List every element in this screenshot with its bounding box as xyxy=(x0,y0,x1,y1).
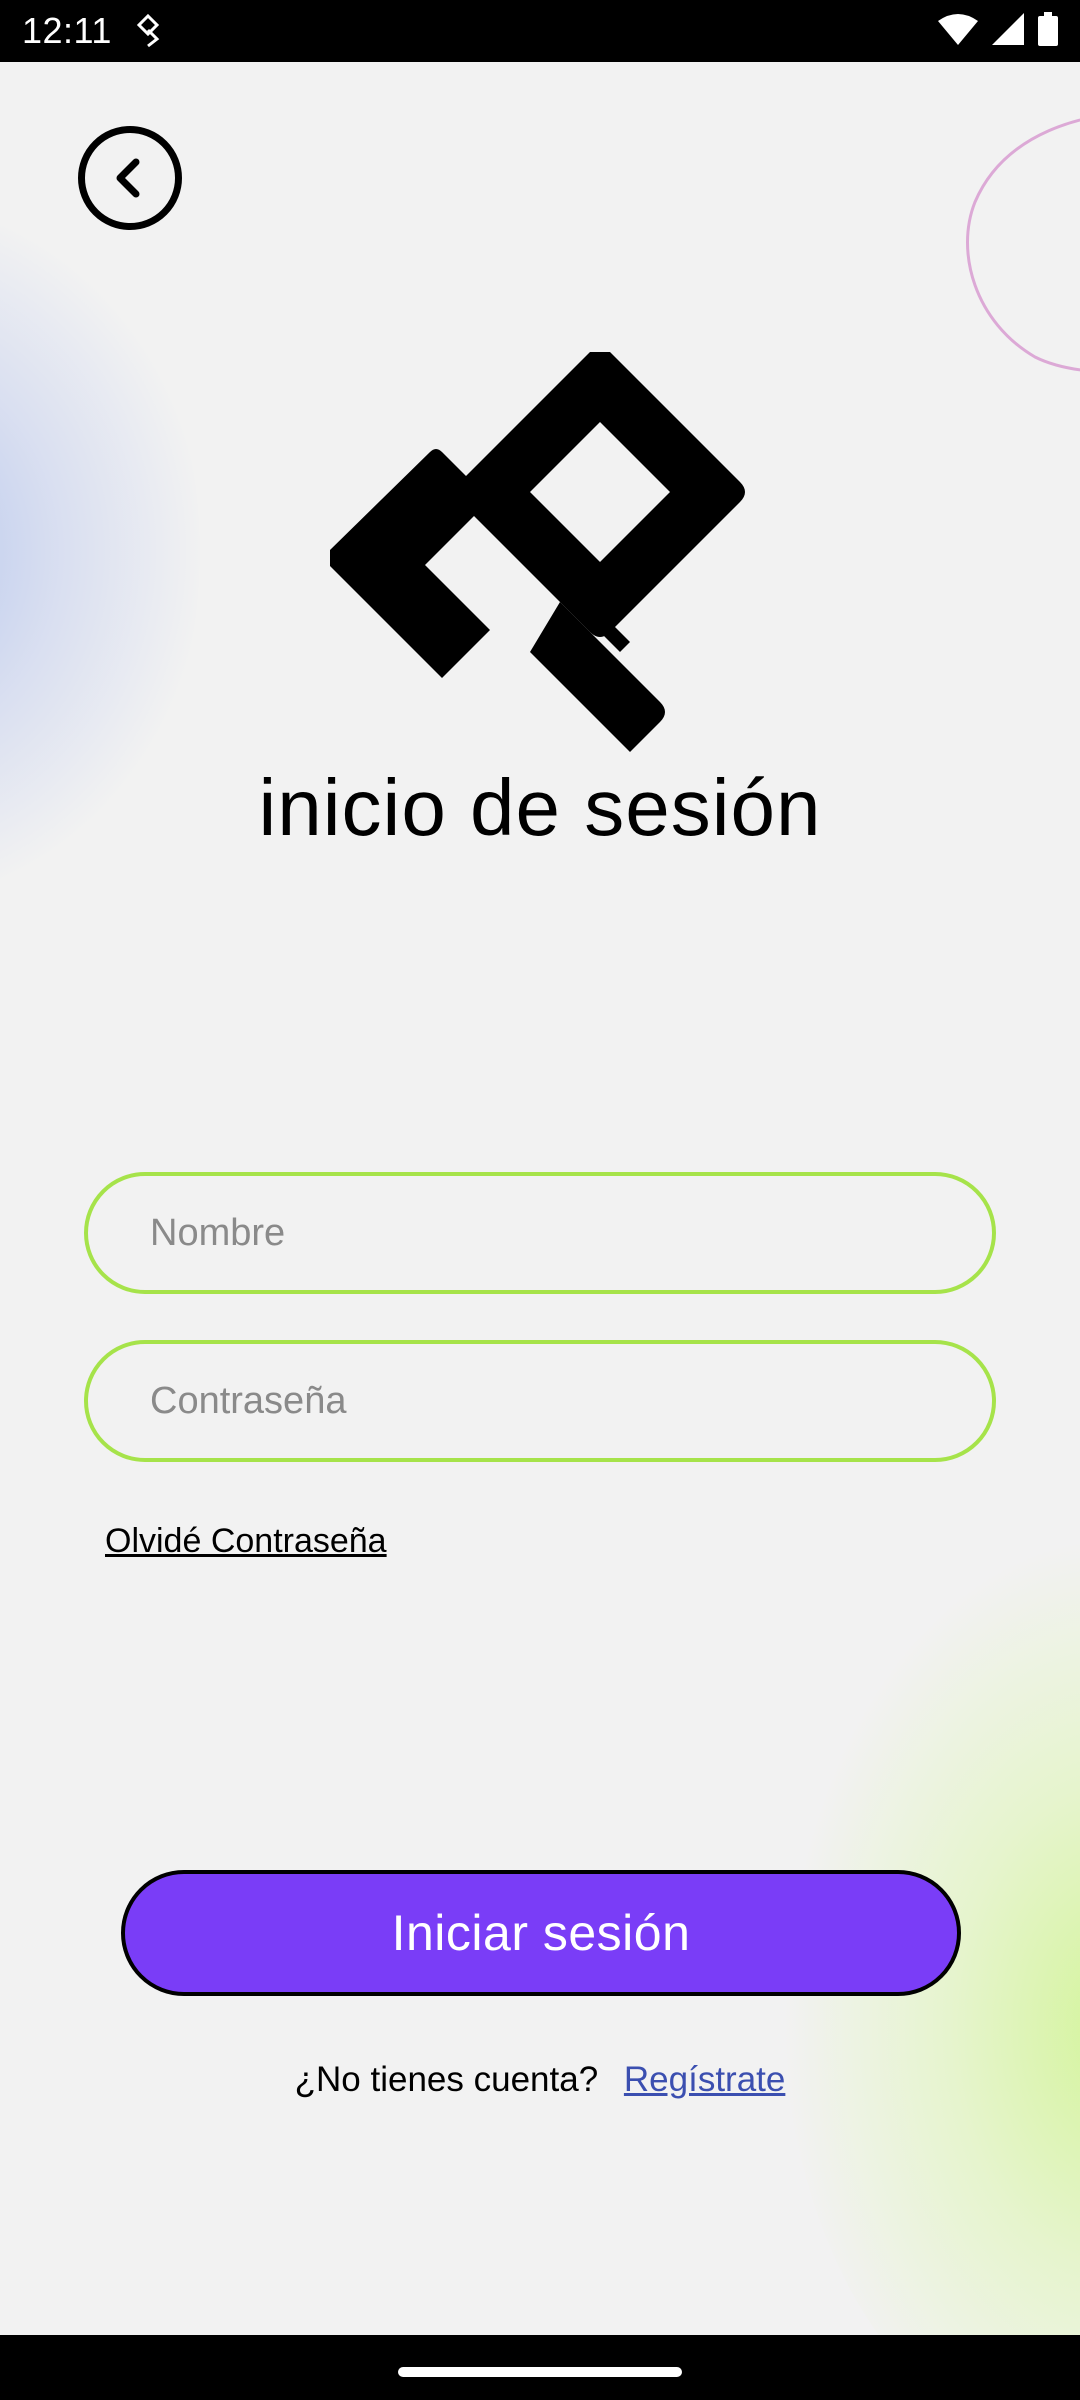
back-button[interactable] xyxy=(78,126,182,230)
status-time: 12:11 xyxy=(22,10,112,51)
status-icons xyxy=(938,11,1058,51)
wifi-icon xyxy=(938,13,978,50)
password-input[interactable] xyxy=(148,1378,932,1424)
app-logo xyxy=(330,352,745,752)
battery-icon xyxy=(1038,11,1058,51)
signal-icon xyxy=(992,12,1024,50)
no-account-text: ¿No tienes cuenta? xyxy=(294,2060,599,2099)
register-row: ¿No tienes cuenta? Regístrate xyxy=(0,2060,1080,2100)
data-saver-icon xyxy=(133,12,163,48)
navigation-bar xyxy=(0,2335,1080,2400)
status-bar: 12:11 xyxy=(0,0,1080,62)
page-title: inicio de sesión xyxy=(258,763,822,852)
name-input[interactable] xyxy=(148,1210,932,1256)
name-field[interactable] xyxy=(84,1172,996,1294)
password-field[interactable] xyxy=(84,1340,996,1462)
chevron-left-icon xyxy=(116,158,140,198)
register-link[interactable]: Regístrate xyxy=(624,2060,785,2099)
forgot-password-link[interactable]: Olvidé Contraseña xyxy=(105,1522,387,1561)
login-button[interactable]: Iniciar sesión xyxy=(121,1870,961,1996)
home-gesture-handle[interactable] xyxy=(398,2367,682,2377)
login-screen: inicio de sesión Olvidé Contraseña Inici… xyxy=(0,62,1080,2335)
decorative-outline-shape xyxy=(966,118,1080,372)
